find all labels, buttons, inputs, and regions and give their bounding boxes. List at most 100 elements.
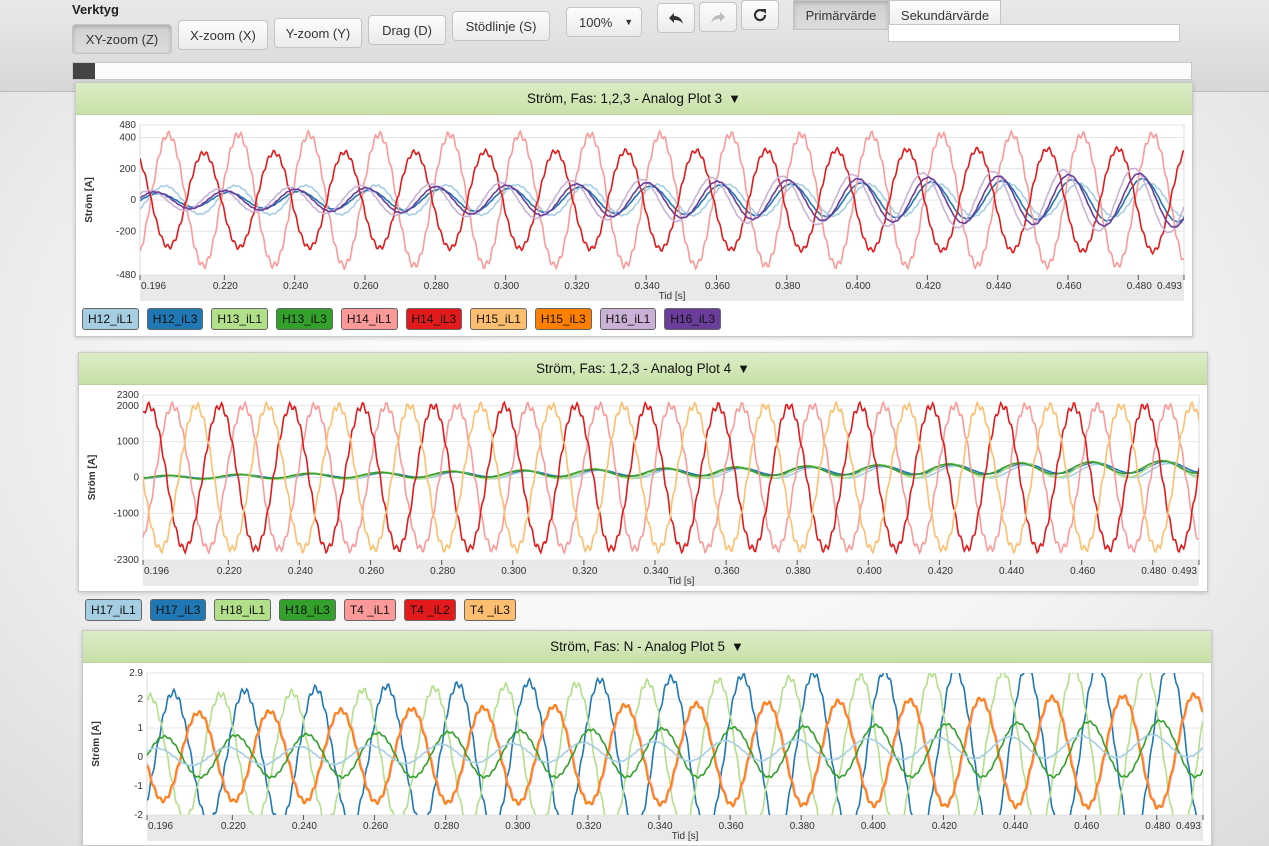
y-zoom-button[interactable]: Y-zoom (Y) xyxy=(274,18,362,48)
analog-plot-5-chart[interactable]: 2.9 2 1 0 -1 -2 0.196 0.220 0.240 0.260 0.280 0.300… xyxy=(83,663,1211,845)
legend-chip[interactable]: H14_iL1 xyxy=(340,308,398,330)
progress-fill xyxy=(73,63,95,79)
analog-plot-3-chart[interactable]: 480 400 200 0 -200 -480 0.196 0.220 0.240 0.260 0.… xyxy=(76,115,1192,305)
chart-svg: 2.9 2 1 0 -1 -2 0.196 0.220 0.240 0.260 0.280 0.300… xyxy=(91,668,1204,842)
y-tick-label: 2000 xyxy=(117,401,140,412)
x-tick-label: 0.480 xyxy=(1127,281,1152,292)
x-tick-label: 0.493 xyxy=(1157,281,1182,292)
y-tick-label: 2300 xyxy=(117,390,140,401)
y-axis-label: Ström [A] xyxy=(87,455,98,501)
x-tick-label: 0.220 xyxy=(213,281,238,292)
chart-svg: 480 400 200 0 -200 -480 0.196 0.220 0.240 0.260 0.… xyxy=(84,120,1185,302)
undo-button[interactable] xyxy=(657,3,695,33)
legend-chip[interactable]: H17_iL3 xyxy=(149,599,207,621)
x-tick-label: 0.400 xyxy=(857,566,882,577)
y-tick-label: 480 xyxy=(119,120,136,131)
y-tick-label: -480 xyxy=(116,270,136,281)
y-tick-label: -1000 xyxy=(113,508,139,519)
zoom-level-select[interactable]: 100% ▼ xyxy=(566,7,642,37)
primary-value-button[interactable]: Primärvärde xyxy=(793,0,889,30)
y-tick-label: 1000 xyxy=(117,437,140,448)
y-tick-label: 200 xyxy=(119,164,136,175)
status-field xyxy=(888,24,1180,42)
y-tick-label: 2 xyxy=(137,694,143,705)
legend-chip[interactable]: T4 _iL1 xyxy=(343,599,396,621)
y-tick-label: -200 xyxy=(116,226,136,237)
x-tick-label: 0.260 xyxy=(359,566,384,577)
x-tick-label: 0.300 xyxy=(494,281,519,292)
legend-chip[interactable]: T4 _iL3 xyxy=(463,599,516,621)
x-tick-label: 0.300 xyxy=(501,566,526,577)
x-tick-label: 0.380 xyxy=(790,821,815,832)
x-tick-label: 0.340 xyxy=(643,566,668,577)
dropdown-arrow-icon[interactable]: ▼ xyxy=(728,91,741,106)
drag-button[interactable]: Drag (D) xyxy=(368,15,446,45)
dropdown-arrow-icon[interactable]: ▼ xyxy=(731,639,744,654)
redo-button[interactable] xyxy=(699,2,737,32)
y-tick-label: 2.9 xyxy=(129,668,143,679)
legend-chip[interactable]: H15_iL1 xyxy=(470,308,527,330)
toolbar-title: Verktyg xyxy=(72,2,119,17)
x-tick-label: 0.420 xyxy=(916,281,941,292)
x-tick-label: 0.340 xyxy=(647,821,672,832)
chart-svg: 23002000 1000 0 -1000 -2300 0.196 0.220 0.240 0.… xyxy=(87,390,1200,587)
legend-chip[interactable]: H12_iL1 xyxy=(82,308,139,330)
guide-line-button[interactable]: Stödlinje (S) xyxy=(452,11,550,41)
legend-chip[interactable]: H16_iL1 xyxy=(599,308,657,330)
x-tick-label: 0.360 xyxy=(715,566,740,577)
x-tick-label: 0.440 xyxy=(999,566,1024,577)
y-tick-label: -2 xyxy=(134,810,143,821)
analog-plot-4-legend: H17_iL1 H17_iL3 H18_iL1 H18_iL3 T4 _iL1 T4 _i… xyxy=(85,599,516,621)
x-tick-label: 0.420 xyxy=(932,821,957,832)
legend-chip[interactable]: H13_iL1 xyxy=(211,308,269,330)
dropdown-arrow-icon[interactable]: ▼ xyxy=(737,361,750,376)
y-tick-label: 0 xyxy=(133,473,139,484)
legend-chip[interactable]: H13_iL3 xyxy=(276,308,333,330)
analog-plot-5-header[interactable]: Ström, Fas: N - Analog Plot 5 ▼ xyxy=(83,631,1211,663)
legend-chip[interactable]: H14_iL3 xyxy=(405,308,463,330)
analog-plot-4-chart[interactable]: 2300 2000 1000 0 -1000 -2300 0.196 0.220 0.240 0.… xyxy=(79,385,1207,590)
x-tick-label: 0.240 xyxy=(292,821,317,832)
refresh-icon xyxy=(753,8,767,22)
x-tick-label: 0.440 xyxy=(986,281,1011,292)
toolbar: Verktyg XY-zoom (Z) X-zoom (X) Y-zoom (Y… xyxy=(0,0,1269,92)
legend-chip[interactable]: H15_iL3 xyxy=(534,308,592,330)
legend-chip[interactable]: H12_iL3 xyxy=(146,308,204,330)
legend-chip[interactable]: H18_iL1 xyxy=(214,599,272,621)
x-zoom-button[interactable]: X-zoom (X) xyxy=(178,20,268,50)
analog-plot-3-panel: Ström, Fas: 1,2,3 - Analog Plot 3 ▼ 480 4… xyxy=(75,82,1193,337)
xy-zoom-button[interactable]: XY-zoom (Z) xyxy=(72,24,172,54)
x-tick-label: 0.360 xyxy=(719,821,744,832)
analog-plot-5-panel: Ström, Fas: N - Analog Plot 5 ▼ 2.9 2 1 0 -1… xyxy=(82,630,1212,846)
y-tick-label: 0 xyxy=(137,752,143,763)
progress-bar xyxy=(72,62,1192,80)
x-tick-label: 0.300 xyxy=(505,821,530,832)
legend-chip[interactable]: H17_iL1 xyxy=(85,599,142,621)
x-tick-label: 0.320 xyxy=(564,281,589,292)
x-tick-label: 0.460 xyxy=(1056,281,1081,292)
plot-title: Ström, Fas: 1,2,3 - Analog Plot 3 xyxy=(527,91,723,106)
x-tick-label: 0.493 xyxy=(1176,821,1201,832)
x-tick-label: 0.460 xyxy=(1070,566,1095,577)
legend-chip[interactable]: H18_iL3 xyxy=(279,599,336,621)
legend-chip[interactable]: H16_iL3 xyxy=(664,308,722,330)
redo-icon xyxy=(711,12,725,23)
x-tick-label: 0.493 xyxy=(1172,566,1197,577)
x-tick-label: 0.220 xyxy=(217,566,242,577)
x-tick-label: 0.380 xyxy=(786,566,811,577)
y-tick-label: 1 xyxy=(137,723,143,734)
x-tick-label: 0.196 xyxy=(144,566,169,577)
analog-plot-4-header[interactable]: Ström, Fas: 1,2,3 - Analog Plot 4 ▼ xyxy=(79,353,1207,385)
x-axis-label: Tid [s] xyxy=(668,576,695,587)
x-tick-label: 0.260 xyxy=(363,821,388,832)
x-tick-label: 0.220 xyxy=(221,821,246,832)
chevron-down-icon: ▼ xyxy=(624,17,634,27)
x-axis-label: Tid [s] xyxy=(659,291,686,302)
legend-chip[interactable]: T4 _iL2 xyxy=(403,599,456,621)
refresh-button[interactable] xyxy=(741,0,779,30)
y-tick-label: 0 xyxy=(130,195,136,206)
x-tick-label: 0.320 xyxy=(572,566,597,577)
analog-plot-3-header[interactable]: Ström, Fas: 1,2,3 - Analog Plot 3 ▼ xyxy=(76,83,1192,115)
y-tick-label: 400 xyxy=(119,133,136,144)
analog-plot-3-legend: H12_iL1 H12_iL3 H13_iL1 H13_iL3 H14_iL1 H14_i… xyxy=(82,308,722,330)
